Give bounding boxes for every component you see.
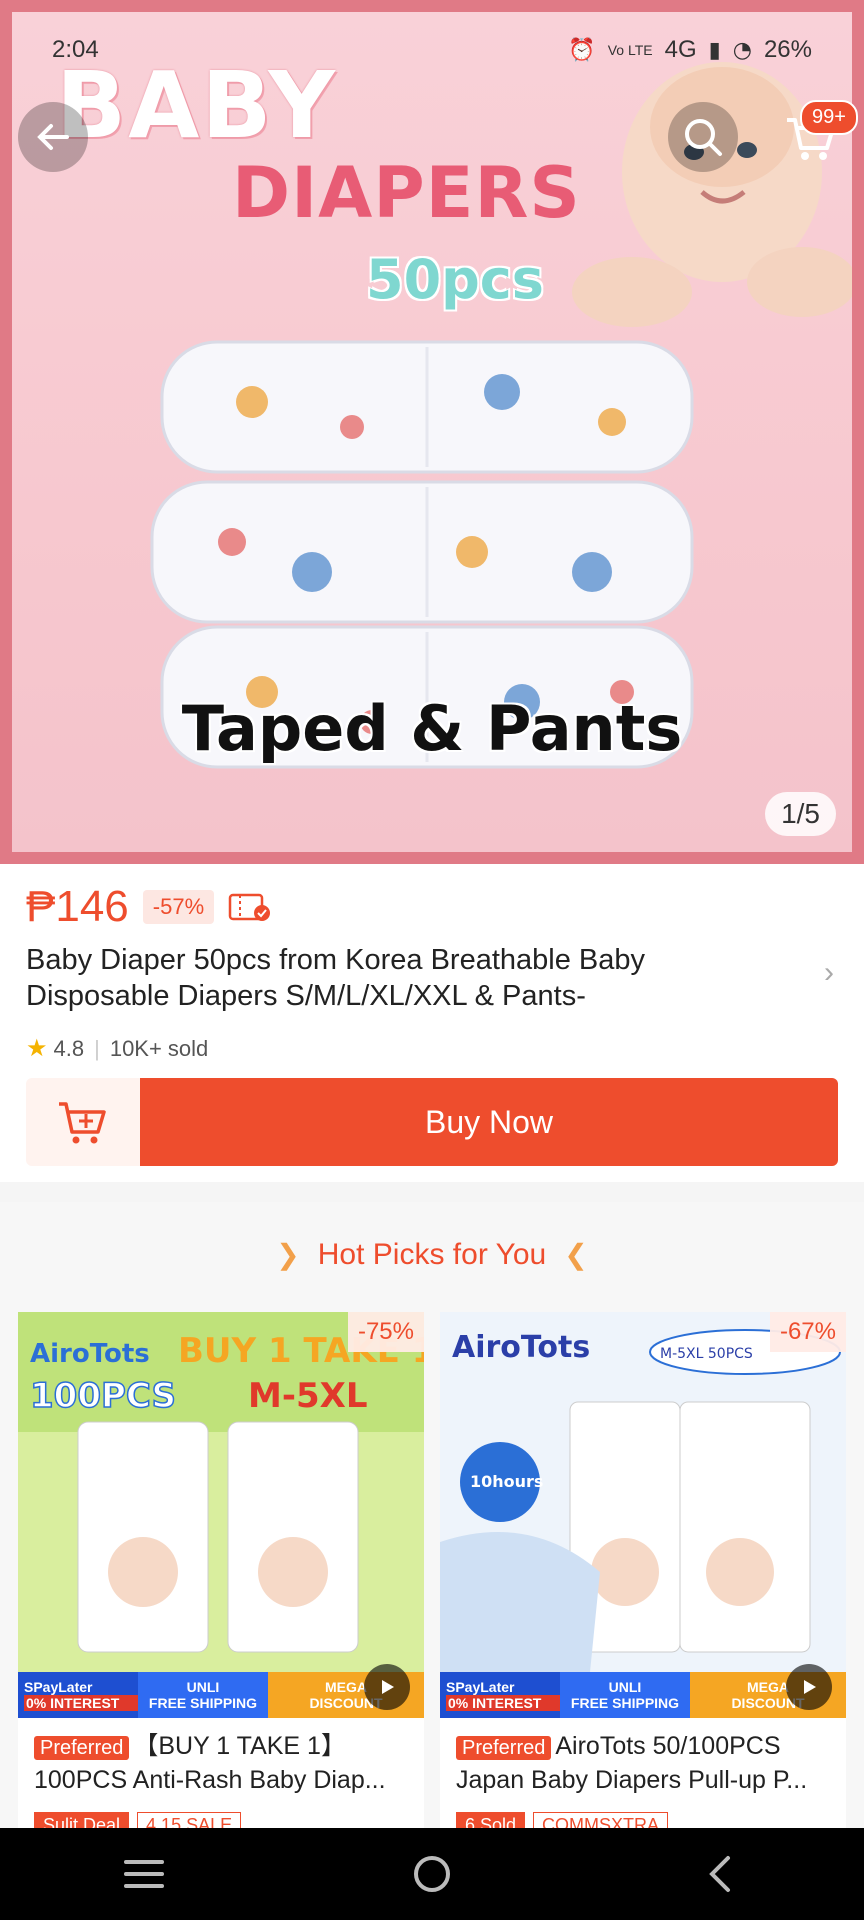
promo-a1: SPayLater — [24, 1679, 93, 1695]
divider: | — [94, 1035, 100, 1061]
sold-count: 10K+ sold — [109, 1035, 209, 1061]
svg-text:AiroTots: AiroTots — [452, 1330, 590, 1365]
spaylater-tag: SPayLater 0% INTEREST — [440, 1672, 560, 1718]
rating-row[interactable]: ★ 4.8 | 10K+ sold — [26, 1034, 208, 1063]
free-shipping-tag: UNLI FREE SHIPPING — [138, 1672, 268, 1718]
status-time: 2:04 — [52, 36, 99, 63]
promo-b2: FREE SHIPPING — [570, 1695, 680, 1711]
image-page-indicator: 1/5 — [765, 792, 836, 836]
hot-picks-header: ❯ Hot Picks for You ❮ — [0, 1238, 864, 1272]
home-button[interactable] — [392, 1834, 472, 1914]
search-icon — [685, 119, 722, 156]
play-icon — [382, 1680, 394, 1694]
alarm-icon: ⏰ — [568, 37, 596, 63]
hot-picks-section: ❯ Hot Picks for You ❮ AiroTots 100PCS BUY … — [0, 1202, 864, 1832]
promo-a2: 0% INTEREST — [446, 1695, 560, 1711]
play-video-button[interactable] — [786, 1664, 832, 1710]
promo-strip: SPayLater 0% INTEREST UNLI FREE SHIPPING M… — [18, 1672, 424, 1718]
sync-icon: ◔ — [732, 37, 752, 63]
preferred-badge: Preferred — [34, 1736, 130, 1760]
back-nav-button[interactable] — [680, 1834, 760, 1914]
status-icons: ⏰ Vo LTE 4G ▮ ◔ 26% — [568, 36, 812, 64]
voucher-icon[interactable] — [228, 892, 272, 922]
svg-text:M-5XL: M-5XL — [248, 1376, 367, 1416]
arrow-left-icon — [37, 124, 69, 150]
card-title: Preferred 【BUY 1 TAKE 1】100PCS Anti-Rash … — [34, 1730, 414, 1796]
card-discount-badge: -67% — [769, 1312, 846, 1352]
hero-caption: Taped & Pants — [181, 692, 683, 765]
product-card[interactable]: AiroTots 100PCS BUY 1 TAKE 1 M-5XL -75% … — [18, 1312, 424, 1832]
menu-icon — [124, 1860, 164, 1888]
svg-text:AiroTots: AiroTots — [30, 1339, 150, 1369]
home-circle-icon — [414, 1856, 450, 1892]
decor-left-icon: ❯ — [276, 1239, 300, 1270]
promo-c1: MEGA — [747, 1679, 789, 1695]
rating-value: 4.8 — [53, 1035, 85, 1061]
back-button[interactable] — [18, 102, 88, 172]
price-row: ₱146 -57% — [26, 882, 272, 932]
free-shipping-tag: UNLI FREE SHIPPING — [560, 1672, 690, 1718]
cart-count-badge: 99+ — [800, 100, 858, 135]
svg-text:10hours: 10hours — [470, 1472, 543, 1491]
system-navigation-bar — [0, 1828, 864, 1920]
spaylater-tag: SPayLater 0% INTEREST — [18, 1672, 138, 1718]
star-icon: ★ — [26, 1035, 48, 1062]
hot-picks-title: Hot Picks for You — [317, 1238, 547, 1271]
play-video-button[interactable] — [364, 1664, 410, 1710]
hero-count: 50pcs — [366, 248, 544, 311]
purchase-actions: Buy Now — [26, 1078, 838, 1166]
card-discount-badge: -75% — [347, 1312, 424, 1352]
chevron-right-icon[interactable]: › — [824, 956, 834, 990]
battery-level: 26% — [763, 36, 812, 63]
play-icon — [804, 1680, 816, 1694]
decor-right-icon: ❮ — [564, 1239, 588, 1270]
add-cart-icon — [59, 1102, 106, 1144]
product-title[interactable]: Baby Diaper 50pcs from Korea Breathable … — [26, 942, 786, 1014]
search-button[interactable] — [668, 102, 738, 172]
card-title: Preferred AiroTots 50/100PCS Japan Baby D… — [456, 1730, 836, 1796]
hero-headline-diapers: DIAPERS — [232, 152, 581, 234]
product-card-image: AiroTots M-5XL 50PCS 10hours — [440, 1312, 846, 1718]
network-type: 4G — [664, 36, 697, 63]
discount-badge: -57% — [142, 890, 215, 924]
svg-text:M-5XL 50PCS: M-5XL 50PCS — [660, 1346, 753, 1362]
chevron-left-icon — [709, 1856, 730, 1892]
promo-strip: SPayLater 0% INTEREST UNLI FREE SHIPPING M… — [440, 1672, 846, 1718]
product-card-image: AiroTots 100PCS BUY 1 TAKE 1 M-5XL — [18, 1312, 424, 1718]
recent-apps-button[interactable] — [104, 1834, 184, 1914]
promo-b2: FREE SHIPPING — [148, 1695, 258, 1711]
volte-icon: Vo LTE — [607, 42, 653, 58]
promo-b1: UNLI — [608, 1679, 642, 1695]
promo-c1: MEGA — [325, 1679, 367, 1695]
promo-a2: 0% INTEREST — [24, 1695, 138, 1711]
signal-icon: ▮ — [708, 37, 721, 63]
svg-text:100PCS: 100PCS — [30, 1376, 176, 1416]
product-price: ₱146 — [26, 882, 129, 931]
product-page: BABY DIAPERS 50pcs Taped & Pants 1/5 2:0… — [0, 0, 864, 1920]
product-info-section: ₱146 -57% Baby Diaper 50pcs from Korea B… — [0, 864, 864, 1182]
promo-b1: UNLI — [186, 1679, 220, 1695]
buy-now-button[interactable]: Buy Now — [140, 1078, 838, 1166]
product-card[interactable]: AiroTots M-5XL 50PCS 10hours -67% SPayLa… — [440, 1312, 846, 1832]
promo-a1: SPayLater — [446, 1679, 515, 1695]
add-to-cart-button[interactable] — [26, 1078, 140, 1166]
status-bar: 2:04 ⏰ Vo LTE 4G ▮ ◔ 26% — [0, 0, 864, 96]
preferred-badge: Preferred — [456, 1736, 552, 1760]
